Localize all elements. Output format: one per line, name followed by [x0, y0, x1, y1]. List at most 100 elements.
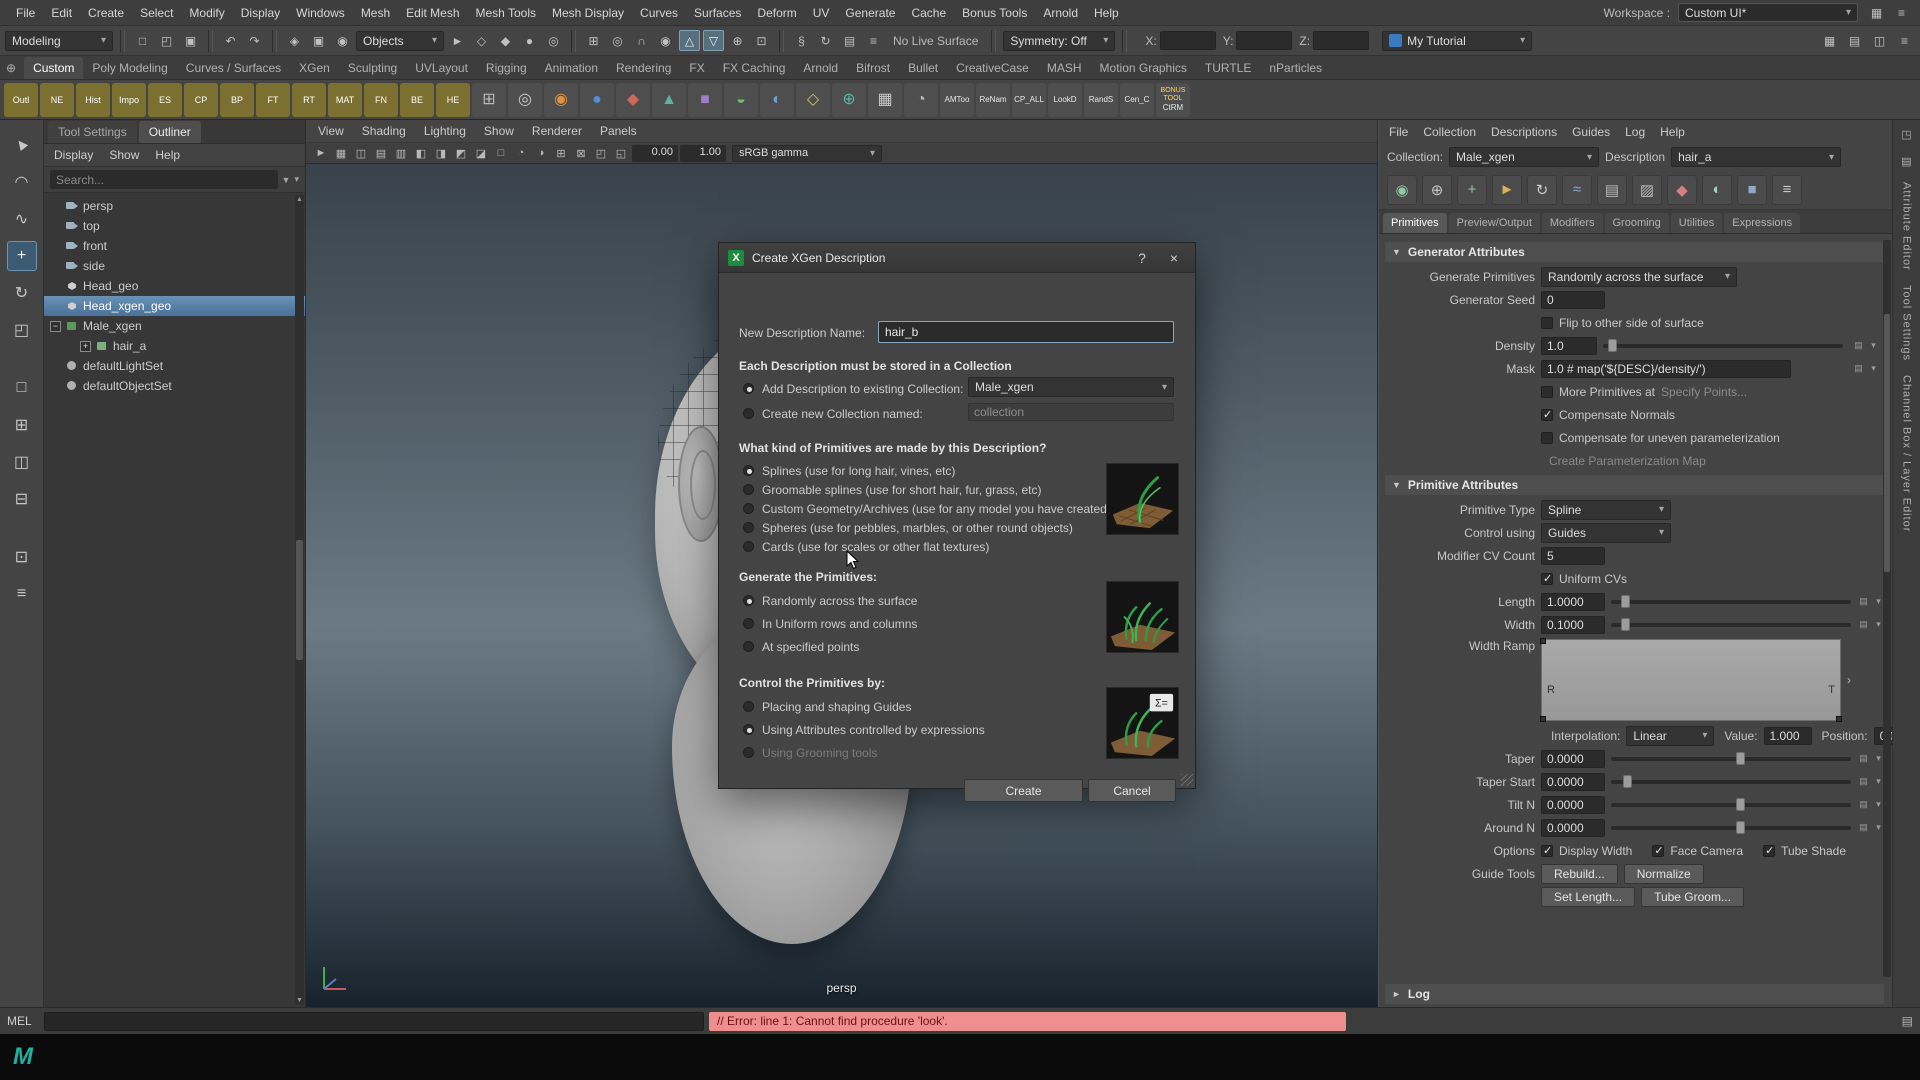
generator-seed-input[interactable]: 0 — [1541, 291, 1605, 309]
taper-slider[interactable] — [1611, 757, 1851, 761]
sidebar-vertical-tab[interactable]: Tool Settings — [1901, 285, 1913, 361]
divider[interactable] — [208, 30, 213, 52]
shelf-icon[interactable]: ■ — [688, 83, 722, 117]
chevron-down-icon[interactable]: ▾ — [1867, 340, 1880, 351]
interpolation-dropdown[interactable]: Linear ▾ — [1626, 726, 1714, 746]
expander-toggle[interactable] — [50, 301, 61, 312]
expander-toggle[interactable] — [50, 261, 61, 272]
menubar-icon[interactable]: ▦ — [1866, 2, 1887, 23]
menu-item[interactable]: Arnold — [1035, 1, 1086, 25]
xgen-toolbar-icon[interactable]: ◐ — [1702, 175, 1732, 205]
shelf-icon[interactable]: RT — [292, 83, 326, 117]
shelf-icon[interactable]: CP_ALL — [1012, 83, 1046, 117]
viewport-tool-icon[interactable]: ◫ — [352, 147, 370, 160]
shelf-tab[interactable]: FX — [680, 57, 713, 79]
tool-button[interactable]: ◠ — [7, 167, 37, 197]
panel-tab[interactable]: Outliner — [139, 121, 201, 143]
radio-option[interactable]: Spheres (use for pebbles, marbles, or ot… — [743, 518, 1111, 537]
xgen-scrollbar[interactable] — [1883, 240, 1891, 977]
radio-option[interactable]: Cards (use for scales or other flat text… — [743, 537, 1111, 556]
shelf-icon[interactable]: LookD — [1048, 83, 1082, 117]
shelf-icon[interactable]: FT — [256, 83, 290, 117]
tool-button[interactable]: ▲ — [7, 130, 37, 160]
shelf-icon[interactable]: MAT — [328, 83, 362, 117]
colorspace-dropdown[interactable]: sRGB gamma ▾ — [732, 145, 882, 162]
script-editor-icon[interactable]: ▤ — [1902, 1014, 1913, 1028]
cancel-button[interactable]: Cancel — [1088, 779, 1176, 802]
density-input[interactable]: 1.0 — [1541, 337, 1597, 355]
radio-option[interactable]: Splines (use for long hair, vines, etc) — [743, 461, 1111, 480]
sidebar-vertical-tab[interactable]: Attribute Editor — [1901, 182, 1913, 271]
radio-button[interactable] — [743, 503, 754, 514]
radio-button[interactable] — [743, 383, 754, 394]
outliner-item[interactable]: persp — [44, 196, 305, 216]
outliner-item[interactable]: side — [44, 256, 305, 276]
chevron-down-icon[interactable]: ▾ — [294, 174, 299, 185]
viewport-menu-item[interactable]: Renderer — [532, 124, 582, 138]
snap-icon[interactable]: ⊕ — [727, 30, 748, 51]
menu-item[interactable]: Modify — [181, 1, 232, 25]
outliner-item[interactable]: Head_geo — [44, 276, 305, 296]
viewport-tool-icon[interactable]: ► — [312, 147, 330, 159]
flip-checkbox[interactable] — [1541, 317, 1553, 329]
uniform-cvs-checkbox[interactable] — [1541, 573, 1553, 585]
menu-item[interactable]: Surfaces — [686, 1, 749, 25]
shelf-tab[interactable]: nParticles — [1260, 57, 1331, 79]
around-n-input[interactable]: 0.0000 — [1541, 819, 1605, 837]
resize-grip[interactable] — [1181, 774, 1193, 786]
viewport-menu-item[interactable]: Show — [484, 124, 514, 138]
slider-handle[interactable] — [1621, 595, 1630, 608]
normalize-button[interactable]: Normalize — [1624, 864, 1704, 884]
history-icon[interactable]: ↻ — [815, 30, 836, 51]
menu-item[interactable]: Edit Mesh — [398, 1, 467, 25]
compensate-normals-checkbox[interactable] — [1541, 409, 1553, 421]
existing-collection-radio-row[interactable]: Add Description to existing Collection: — [743, 379, 963, 398]
shelf-icon[interactable]: ◔ — [904, 83, 938, 117]
viewport-tool-icon[interactable]: ◔ — [512, 147, 530, 159]
xgen-toolbar-icon[interactable]: ≈ — [1562, 175, 1592, 205]
outliner-item[interactable]: − Male_xgen — [44, 316, 305, 336]
chevron-down-icon[interactable]: ▾ — [1867, 363, 1880, 374]
radio-button[interactable] — [743, 701, 754, 712]
shelf-icon[interactable]: Cen_C — [1120, 83, 1154, 117]
outliner-scrollbar[interactable]: ▲▼ — [295, 195, 304, 1005]
shelf-options-icon[interactable]: ⊕ — [6, 61, 16, 75]
map-icon[interactable]: ▤ — [1857, 596, 1870, 607]
tutorial-dropdown[interactable]: My Tutorial ▾ — [1382, 31, 1532, 51]
undo-redo-icon[interactable]: ↷ — [244, 30, 265, 51]
display-width-checkbox[interactable] — [1541, 845, 1553, 857]
workspace-dropdown[interactable]: Custom UI* ▾ — [1678, 3, 1858, 22]
search-input[interactable]: Search... — [50, 170, 278, 189]
viewport-tool-icon[interactable]: ◪ — [472, 147, 490, 160]
menu-item[interactable]: Mesh — [353, 1, 398, 25]
xgen-tab[interactable]: Grooming — [1605, 213, 1669, 233]
shelf-icon[interactable]: ◐ — [760, 83, 794, 117]
layout-extra-button[interactable]: ⊡ — [7, 542, 37, 572]
menu-item[interactable]: Display — [233, 1, 288, 25]
divider[interactable] — [991, 30, 996, 52]
shelf-icon[interactable]: Outl — [4, 83, 38, 117]
ramp-handle[interactable] — [1540, 716, 1546, 722]
radio-option[interactable]: Placing and shaping Guides — [743, 695, 985, 718]
around-n-slider[interactable] — [1611, 826, 1851, 830]
xgen-toolbar-icon[interactable]: ⊕ — [1422, 175, 1452, 205]
viewport-tool-icon[interactable]: ⊞ — [552, 147, 570, 160]
shelf-icon[interactable]: ▦ — [868, 83, 902, 117]
shelf-tab[interactable]: FX Caching — [714, 57, 795, 79]
xgen-tab[interactable]: Expressions — [1724, 213, 1800, 233]
shelf-icon[interactable]: ◎ — [508, 83, 542, 117]
shelf-icon[interactable]: ● — [580, 83, 614, 117]
outliner-item[interactable]: defaultObjectSet — [44, 376, 305, 396]
shelf-tab[interactable]: TURTLE — [1196, 57, 1260, 79]
shelf-tab[interactable]: Rendering — [607, 57, 680, 79]
tool-button[interactable]: ↻ — [7, 278, 37, 308]
outliner-item[interactable]: top — [44, 216, 305, 236]
shelf-tab[interactable]: MASH — [1038, 57, 1091, 79]
file-operation-icon[interactable]: ▣ — [180, 30, 201, 51]
tool-button[interactable]: + — [7, 241, 37, 271]
shelf-icon[interactable]: BONUS TOOL CtRM — [1156, 83, 1190, 117]
xgen-toolbar-icon[interactable]: + — [1457, 175, 1487, 205]
selection-mask-icon[interactable]: ◈ — [284, 30, 305, 51]
menu-item[interactable]: Bonus Tools — [954, 1, 1035, 25]
history-icon[interactable]: § — [791, 30, 812, 51]
